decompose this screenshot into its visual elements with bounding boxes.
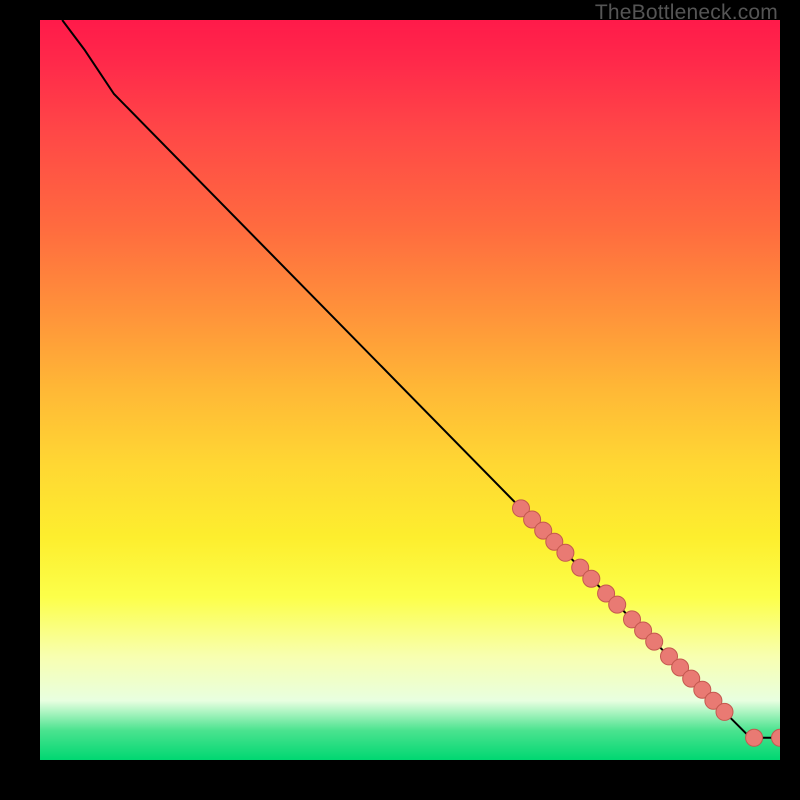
chart-marker — [746, 729, 763, 746]
chart-marker — [646, 633, 663, 650]
chart-gradient-background — [40, 20, 780, 760]
watermark-text: TheBottleneck.com — [595, 1, 778, 25]
chart-marker — [583, 570, 600, 587]
chart-marker — [609, 596, 626, 613]
chart-marker-group — [512, 500, 780, 746]
chart-curve — [62, 20, 780, 738]
chart-marker — [716, 703, 733, 720]
chart-marker — [771, 729, 780, 746]
chart-svg — [40, 20, 780, 760]
chart-marker — [557, 544, 574, 561]
